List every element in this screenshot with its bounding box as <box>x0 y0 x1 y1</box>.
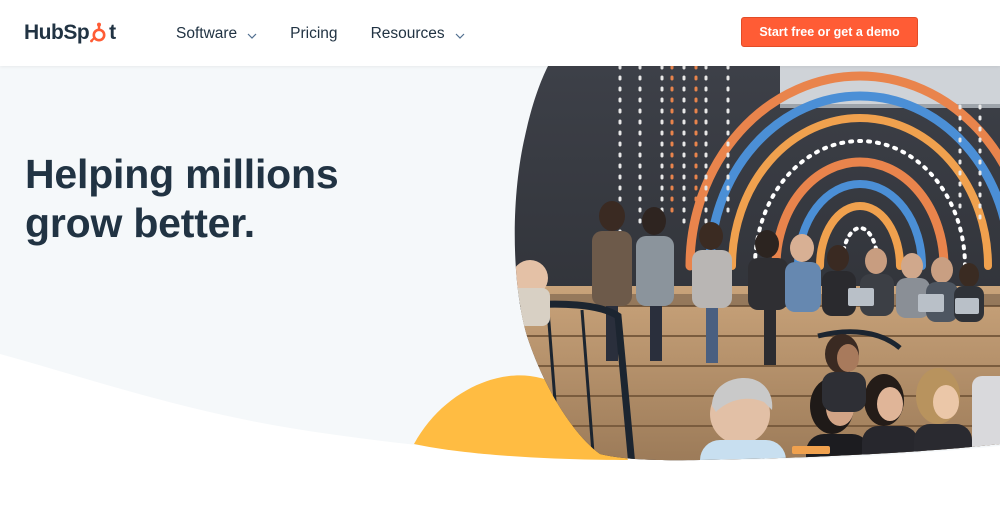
nav-item-resources[interactable]: Resources <box>371 25 465 43</box>
hero-title-line-2: grow better. <box>25 200 255 246</box>
start-free-demo-button[interactable]: Start free or get a demo <box>741 17 918 47</box>
nav-item-label: Resources <box>370 25 445 42</box>
hero-title: Helping millions grow better. <box>25 150 445 248</box>
logo-text-right: t <box>109 21 116 44</box>
chevron-down-icon <box>247 33 257 39</box>
nav-item-software[interactable]: Software <box>176 25 257 43</box>
page: HubSp t Software Pricing Resources Start… <box>0 0 1000 518</box>
nav-item-label: Pricing <box>290 25 338 42</box>
chevron-down-icon <box>455 33 465 39</box>
hero-title-line-1: Helping millions <box>25 151 339 197</box>
nav-item-label: Software <box>176 25 238 42</box>
hubspot-logo[interactable]: HubSp t <box>24 18 116 48</box>
logo-text-left: HubSp <box>24 21 90 44</box>
hubspot-sprocket-icon <box>90 22 106 43</box>
site-header: HubSp t Software Pricing Resources Start… <box>0 0 1000 66</box>
main-nav: Software Pricing Resources <box>176 22 498 46</box>
hero-illustration <box>0 66 1000 461</box>
nav-item-pricing[interactable]: Pricing <box>290 25 337 43</box>
